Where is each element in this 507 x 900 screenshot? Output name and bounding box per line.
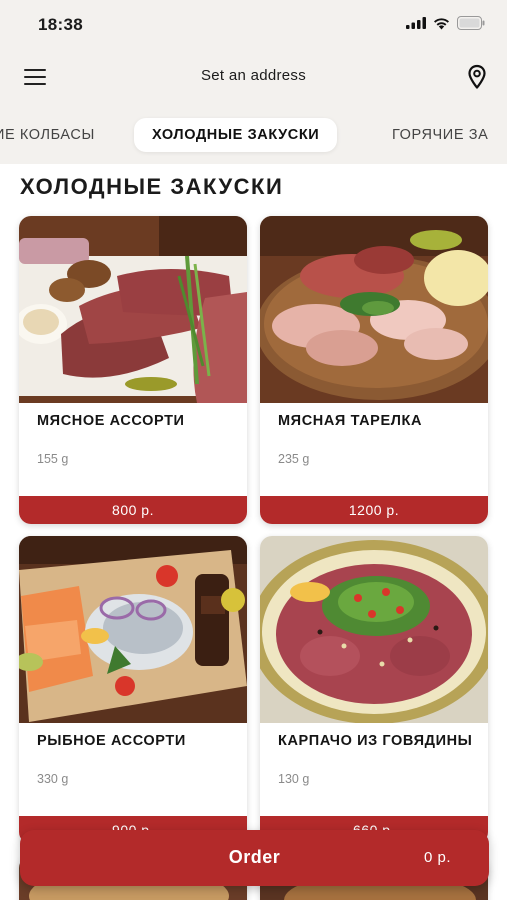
- product-name: КАРПАЧО ИЗ ГОВЯДИНЫ: [278, 733, 473, 749]
- product-weight: 130 g: [278, 772, 310, 786]
- tab-hot-appetizers[interactable]: ГОРЯЧИЕ ЗА: [392, 118, 488, 152]
- address-label[interactable]: Set an address: [201, 67, 306, 84]
- category-tabs: ИЕ КОЛБАСЫ ХОЛОДНЫЕ ЗАКУСКИ ГОРЯЧИЕ ЗА: [0, 116, 507, 156]
- product-name: МЯСНАЯ ТАРЕЛКА: [278, 413, 423, 429]
- order-total: 0 р.: [423, 849, 451, 866]
- status-icons: [406, 16, 485, 30]
- product-card[interactable]: МЯСНАЯ ТАРЕЛКА 235 g 1200 р.: [260, 216, 488, 524]
- location-pin-icon[interactable]: [465, 64, 489, 90]
- order-label: Order: [228, 847, 281, 867]
- battery-icon: [457, 16, 485, 30]
- product-photo: [260, 536, 488, 723]
- product-weight: 155 g: [37, 452, 69, 466]
- status-time: 18:38: [38, 15, 83, 34]
- order-button[interactable]: Order 0 р.: [20, 830, 489, 886]
- product-price[interactable]: 800 р.: [19, 496, 247, 524]
- product-card[interactable]: РЫБНОЕ АССОРТИ 330 g 900 р.: [19, 536, 247, 844]
- product-weight: 330 g: [37, 772, 69, 786]
- address-selector: Set an address: [0, 67, 507, 84]
- product-name: МЯСНОЕ АССОРТИ: [37, 413, 185, 429]
- signal-icon: [406, 17, 426, 29]
- product-card[interactable]: МЯСНОЕ АССОРТИ 155 g 800 р.: [19, 216, 247, 524]
- product-price[interactable]: 1200 р.: [260, 496, 488, 524]
- product-name: РЫБНОЕ АССОРТИ: [37, 733, 186, 749]
- top-bar: Set an address: [0, 55, 507, 99]
- status-bar: 18:38: [0, 0, 507, 48]
- tab-cold-appetizers[interactable]: ХОЛОДНЫЕ ЗАКУСКИ: [134, 118, 338, 152]
- tab-sausages[interactable]: ИЕ КОЛБАСЫ: [0, 118, 95, 152]
- section-title: ХОЛОДНЫЕ ЗАКУСКИ: [20, 174, 284, 199]
- product-card[interactable]: КАРПАЧО ИЗ ГОВЯДИНЫ 130 g 660 р.: [260, 536, 488, 844]
- product-list: ХОЛОДНЫЕ ЗАКУСКИ МЯСНОЕ АССОРТИ 155 g 80…: [0, 164, 507, 900]
- product-photo: [19, 216, 247, 403]
- wifi-icon: [434, 17, 449, 29]
- product-photo: [260, 216, 488, 403]
- product-weight: 235 g: [278, 452, 310, 466]
- product-photo: [19, 536, 247, 723]
